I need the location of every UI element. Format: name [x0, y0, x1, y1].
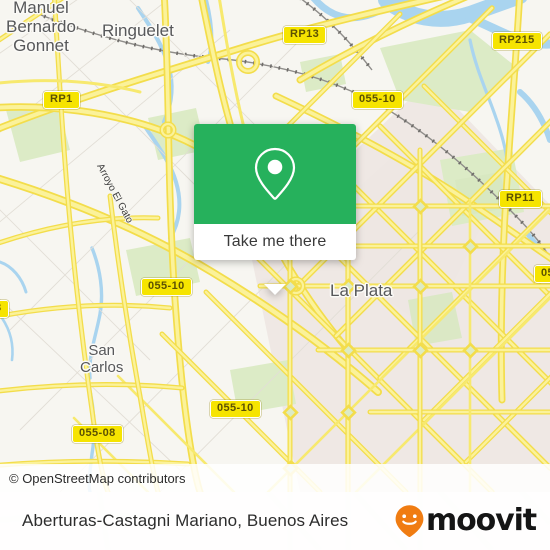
- map-page: .rd-major { stroke:#f3dd4b; stroke-linec…: [0, 0, 550, 550]
- footer-content: Aberturas-Castagni Mariano, Buenos Aires…: [0, 492, 550, 550]
- place-label-la-plata: La Plata: [330, 281, 393, 300]
- map-viewport[interactable]: .rd-major { stroke:#f3dd4b; stroke-linec…: [0, 0, 550, 492]
- road-shield-055-10-north: 055-10: [352, 91, 403, 109]
- place-label-manuel-bernardo-gonnet: Manuel Bernardo Gonnet: [6, 0, 76, 55]
- moovit-wordmark: moovit: [425, 503, 537, 538]
- callout-action-panel[interactable]: Take me there: [194, 224, 356, 260]
- road-shield-055-08: 055-08: [72, 425, 123, 443]
- page-title: Aberturas-Castagni Mariano, Buenos Aires: [22, 511, 349, 530]
- road-shield-rp215: RP215: [492, 32, 542, 50]
- callout-pin-panel: [194, 124, 356, 224]
- place-label-san-carlos: San Carlos: [80, 342, 124, 376]
- moovit-logo[interactable]: moovit: [394, 503, 537, 538]
- road-shield-055-10-east: 055-10: [534, 265, 550, 283]
- road-shield-clipped-left: 3: [0, 300, 9, 318]
- place-label-ringuelet: Ringuelet: [102, 21, 174, 40]
- moovit-pin-smiley-icon: [395, 505, 424, 537]
- road-shield-rp11: RP11: [499, 190, 542, 208]
- take-me-there-label: Take me there: [223, 233, 327, 250]
- road-shield-rp1: RP1: [43, 91, 80, 109]
- road-shield-055-10-west: 055-10: [141, 278, 192, 296]
- location-pin-icon: [254, 147, 296, 200]
- openstreetmap-attribution[interactable]: © OpenStreetMap contributors: [0, 471, 186, 486]
- map-attribution-bar: © OpenStreetMap contributors: [0, 464, 550, 492]
- road-shield-055-10-south: 055-10: [210, 400, 261, 418]
- road-shield-rp13: RP13: [283, 26, 327, 44]
- callout-pointer: [264, 284, 286, 295]
- location-callout-card[interactable]: Take me there: [194, 124, 356, 295]
- page-footer: Aberturas-Castagni Mariano, Buenos Aires…: [0, 492, 550, 550]
